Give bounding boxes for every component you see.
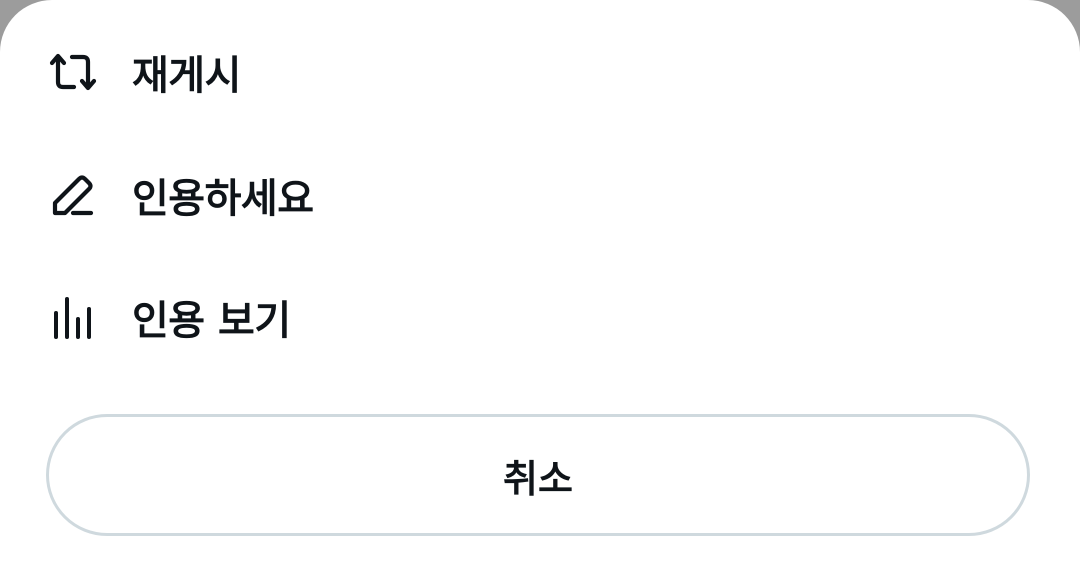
menu-item-repost[interactable]: 재게시 [0,12,1080,132]
bottom-sheet: 재게시 인용하세요 인용 보기 취소 [0,0,1080,573]
pencil-icon [46,168,100,222]
cancel-button[interactable]: 취소 [46,414,1030,536]
menu-item-view-quotes[interactable]: 인용 보기 [0,257,1080,377]
repost-icon [46,45,100,99]
cancel-button-label: 취소 [503,456,573,501]
menu-item-label: 인용 보기 [132,298,291,344]
menu-item-label: 재게시 [132,53,241,99]
menu-item-label: 인용하세요 [132,176,314,222]
menu-item-quote[interactable]: 인용하세요 [0,135,1080,255]
bar-chart-icon [46,290,100,344]
